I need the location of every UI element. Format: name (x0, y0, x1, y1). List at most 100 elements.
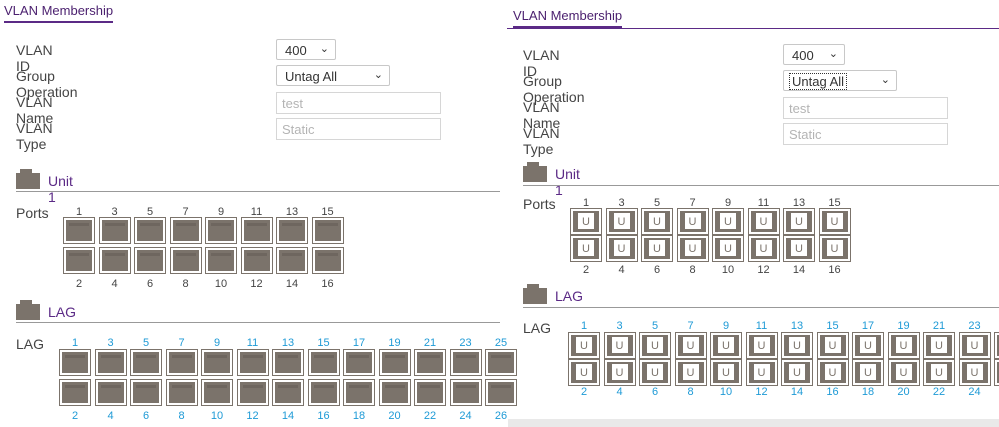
port-toggle[interactable] (311, 247, 344, 274)
port-number-label: 11 (250, 206, 263, 218)
port-toggle[interactable] (276, 217, 308, 244)
port-toggle[interactable]: U (783, 235, 815, 262)
port-toggle[interactable]: U (958, 359, 991, 386)
port-toggle[interactable] (307, 379, 340, 406)
port-toggle[interactable] (59, 379, 91, 406)
port-toggle[interactable]: U (712, 208, 744, 235)
port-toggle[interactable]: U (676, 208, 709, 235)
port-toggle[interactable] (94, 349, 127, 376)
group-operation-select[interactable]: Untag All ⌄ (783, 70, 897, 91)
port-number-label: 7 (689, 197, 696, 209)
port-toggle[interactable] (236, 349, 269, 376)
port-toggle[interactable] (414, 349, 446, 376)
port-toggle[interactable] (449, 379, 482, 406)
port-toggle[interactable] (205, 217, 237, 244)
vlan-id-value: 400 (285, 43, 307, 58)
port-toggle[interactable]: U (747, 235, 780, 262)
port-toggle[interactable]: U (568, 332, 600, 359)
port-toggle[interactable] (165, 349, 198, 376)
port-toggle[interactable] (240, 247, 273, 274)
port-toggle[interactable] (98, 217, 131, 244)
port-toggle[interactable]: U (745, 359, 778, 386)
port-toggle[interactable] (201, 379, 233, 406)
port-toggle[interactable]: U (712, 235, 744, 262)
port-toggle[interactable]: U (816, 332, 849, 359)
port-toggle[interactable]: U (781, 332, 813, 359)
port-toggle[interactable] (449, 349, 482, 376)
port-toggle[interactable] (201, 349, 233, 376)
port-toggle[interactable]: U (639, 359, 671, 386)
port-toggle[interactable] (378, 349, 411, 376)
port-toggle[interactable]: U (994, 332, 999, 359)
port-toggle[interactable] (272, 379, 304, 406)
port-toggle[interactable]: U (818, 235, 851, 262)
port-toggle[interactable] (378, 379, 411, 406)
port-toggle[interactable] (134, 247, 166, 274)
port-toggle[interactable] (272, 349, 304, 376)
port-toggle[interactable]: U (747, 208, 780, 235)
port-toggle[interactable]: U (639, 332, 671, 359)
port-toggle[interactable] (240, 217, 273, 244)
vlan-id-select[interactable]: 400 ⌄ (276, 39, 336, 60)
vlan-id-select[interactable]: 400 ⌄ (783, 44, 845, 65)
vlan-type-field[interactable]: Static (276, 118, 441, 140)
port-toggle[interactable] (130, 379, 162, 406)
port-toggle[interactable]: U (781, 359, 813, 386)
port-toggle[interactable] (169, 217, 202, 244)
port-toggle[interactable] (236, 379, 269, 406)
port-toggle[interactable]: U (994, 359, 999, 386)
port-toggle[interactable]: U (605, 208, 638, 235)
port-toggle[interactable] (94, 379, 127, 406)
port-toggle[interactable]: U (570, 208, 602, 235)
port-toggle[interactable]: U (674, 332, 707, 359)
port-toggle[interactable]: U (852, 332, 884, 359)
port-toggle[interactable]: U (641, 235, 673, 262)
port-toggle[interactable]: U (603, 332, 636, 359)
port-toggle[interactable] (98, 247, 131, 274)
port-toggle[interactable] (343, 379, 375, 406)
port-toggle[interactable]: U (568, 359, 600, 386)
port-toggle[interactable] (414, 379, 446, 406)
port-toggle[interactable] (205, 247, 237, 274)
page-title: VLAN Membership (4, 3, 114, 23)
port-toggle[interactable] (63, 247, 95, 274)
vlan-type-field[interactable]: Static (783, 123, 948, 145)
vlan-name-field[interactable]: test (276, 92, 441, 114)
vlan-name-field[interactable]: test (783, 97, 948, 119)
port-toggle[interactable] (134, 217, 166, 244)
port-toggle[interactable]: U (958, 332, 991, 359)
port-toggle[interactable] (165, 379, 198, 406)
horizontal-scrollbar[interactable] (508, 419, 999, 427)
port-toggle[interactable] (311, 217, 344, 244)
port-toggle[interactable]: U (816, 359, 849, 386)
port-toggle[interactable] (343, 349, 375, 376)
port-toggle[interactable]: U (783, 208, 815, 235)
port-toggle[interactable] (130, 349, 162, 376)
group-operation-select[interactable]: Untag All ⌄ (276, 65, 390, 86)
ethernet-port-icon (175, 253, 196, 271)
port-toggle[interactable]: U (923, 359, 955, 386)
port-toggle[interactable]: U (818, 208, 851, 235)
port-toggle[interactable]: U (710, 359, 742, 386)
port-toggle[interactable]: U (674, 359, 707, 386)
port-toggle[interactable]: U (887, 359, 920, 386)
port-toggle[interactable]: U (570, 235, 602, 262)
port-toggle[interactable] (59, 349, 91, 376)
port-toggle[interactable] (307, 349, 340, 376)
port-toggle[interactable]: U (923, 332, 955, 359)
ethernet-port-icon (278, 355, 298, 373)
port-toggle[interactable]: U (852, 359, 884, 386)
port-toggle[interactable] (63, 217, 95, 244)
ethernet-port-icon (349, 385, 369, 403)
port-toggle[interactable]: U (603, 359, 636, 386)
port-toggle[interactable]: U (745, 332, 778, 359)
port-toggle[interactable]: U (887, 332, 920, 359)
port-number-label: 3 (618, 197, 625, 209)
port-toggle[interactable]: U (641, 208, 673, 235)
port-toggle[interactable] (276, 247, 308, 274)
port-toggle[interactable]: U (605, 235, 638, 262)
port-toggle[interactable]: U (676, 235, 709, 262)
port-toggle[interactable]: U (710, 332, 742, 359)
port-toggle[interactable] (169, 247, 202, 274)
port-number-label: 15 (317, 337, 330, 349)
